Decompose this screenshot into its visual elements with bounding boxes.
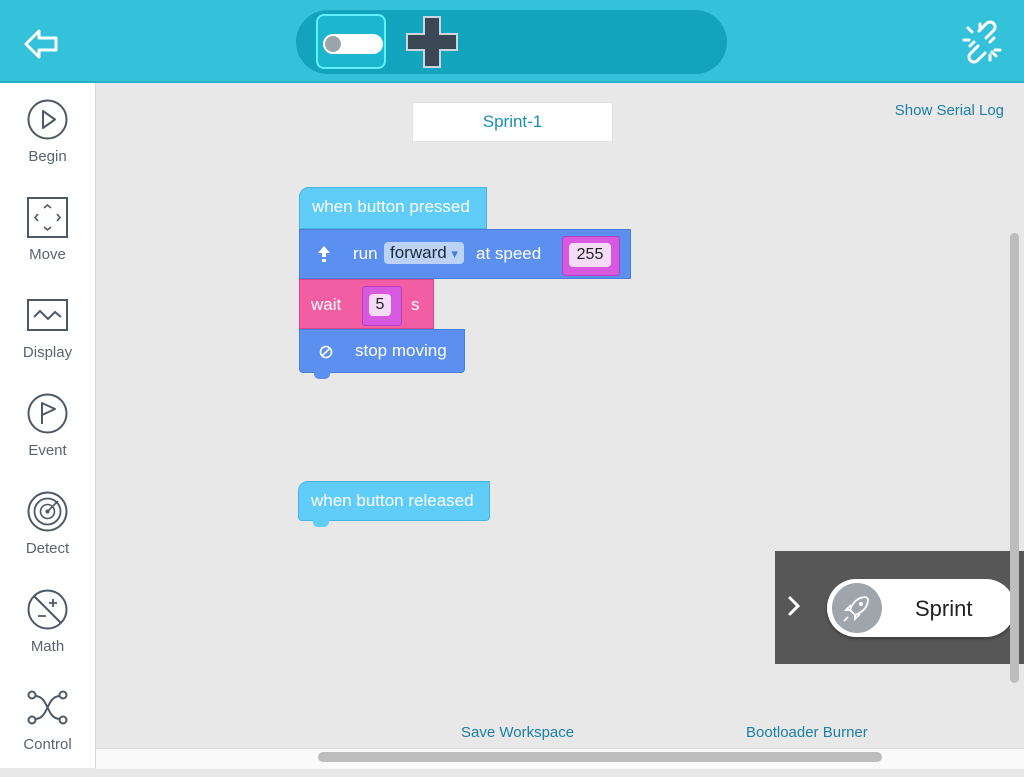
top-bar [0, 0, 1024, 83]
bootloader-burner-link[interactable]: Bootloader Burner [746, 724, 868, 741]
wait-slot: 5 [362, 286, 402, 326]
stop-icon [319, 345, 333, 359]
toggle-knob [325, 36, 341, 52]
hat-released-label: when button released [311, 491, 474, 510]
workspace-title[interactable]: Sprint-1 [412, 102, 613, 142]
broken-link-icon [962, 20, 1002, 64]
math-icon [27, 589, 68, 630]
run-panel: Sprint [775, 551, 1024, 664]
mode-switcher [296, 10, 727, 74]
category-sidebar: Begin Move Display Event Detect Math Con… [0, 83, 96, 768]
category-control[interactable]: Control [0, 679, 95, 777]
control-icon [27, 690, 68, 725]
rocket-icon [832, 583, 882, 633]
category-event[interactable]: Event [0, 385, 95, 483]
arrow-up-icon [318, 246, 330, 262]
wait-input[interactable]: 5 [369, 294, 391, 316]
category-math-label: Math [30, 638, 65, 655]
horizontal-scroll-thumb[interactable] [318, 752, 882, 762]
category-math[interactable]: Math [0, 581, 95, 679]
category-move[interactable]: Move [0, 189, 95, 287]
dpad-mode-button[interactable] [406, 16, 458, 68]
block-notch [314, 372, 330, 379]
run-forward-block[interactable]: run forward ▾ at speed 255 [299, 229, 631, 279]
back-button[interactable] [22, 26, 62, 62]
flag-icon [27, 393, 68, 434]
run-label: run [353, 244, 378, 263]
dpad-icon [406, 16, 458, 68]
move-icon [27, 197, 68, 238]
category-display[interactable]: Display [0, 287, 95, 385]
sprint-run-button[interactable]: Sprint [827, 579, 1015, 637]
sprint-label: Sprint [915, 596, 973, 621]
toggle-icon [323, 34, 383, 54]
direction-value: forward [390, 243, 447, 262]
display-icon [27, 299, 68, 331]
direction-dropdown[interactable]: forward ▾ [384, 242, 464, 264]
vertical-scroll-thumb[interactable] [1010, 233, 1019, 683]
vertical-scrollbar[interactable] [1004, 83, 1024, 748]
stop-moving-label: stop moving [355, 341, 447, 360]
at-speed-label: at speed [476, 244, 542, 263]
speed-slot: 255 [562, 236, 620, 276]
wait-label: wait [311, 295, 342, 314]
wait-unit-label: s [411, 295, 420, 314]
save-workspace-link[interactable]: Save Workspace [461, 724, 574, 741]
toggle-mode-button[interactable] [316, 14, 386, 69]
category-move-label: Move [29, 246, 66, 263]
connection-button[interactable] [960, 20, 1004, 64]
back-arrow-icon [24, 29, 58, 59]
show-serial-log-link[interactable]: Show Serial Log [895, 102, 1004, 119]
stop-moving-block[interactable]: stop moving [299, 329, 465, 379]
category-detect-label: Detect [25, 540, 70, 557]
dropdown-arrow-icon: ▾ [451, 246, 458, 261]
category-display-label: Display [22, 344, 73, 361]
wait-block[interactable]: wait 5 s [299, 279, 434, 329]
when-button-released-block[interactable]: when button released [298, 481, 490, 527]
category-begin-label: Begin [28, 148, 67, 165]
horizontal-scrollbar[interactable] [96, 748, 1024, 769]
category-begin[interactable]: Begin [0, 91, 95, 189]
hat-block-label: when button pressed [312, 197, 470, 216]
when-button-pressed-block[interactable]: when button pressed [299, 187, 487, 229]
play-icon [27, 99, 68, 140]
category-detect[interactable]: Detect [0, 483, 95, 581]
category-event-label: Event [28, 442, 67, 459]
radar-icon [27, 491, 68, 532]
category-control-label: Control [23, 736, 72, 753]
speed-input[interactable]: 255 [569, 243, 611, 267]
chevron-right-icon[interactable] [787, 595, 801, 617]
block-notch [313, 520, 329, 527]
